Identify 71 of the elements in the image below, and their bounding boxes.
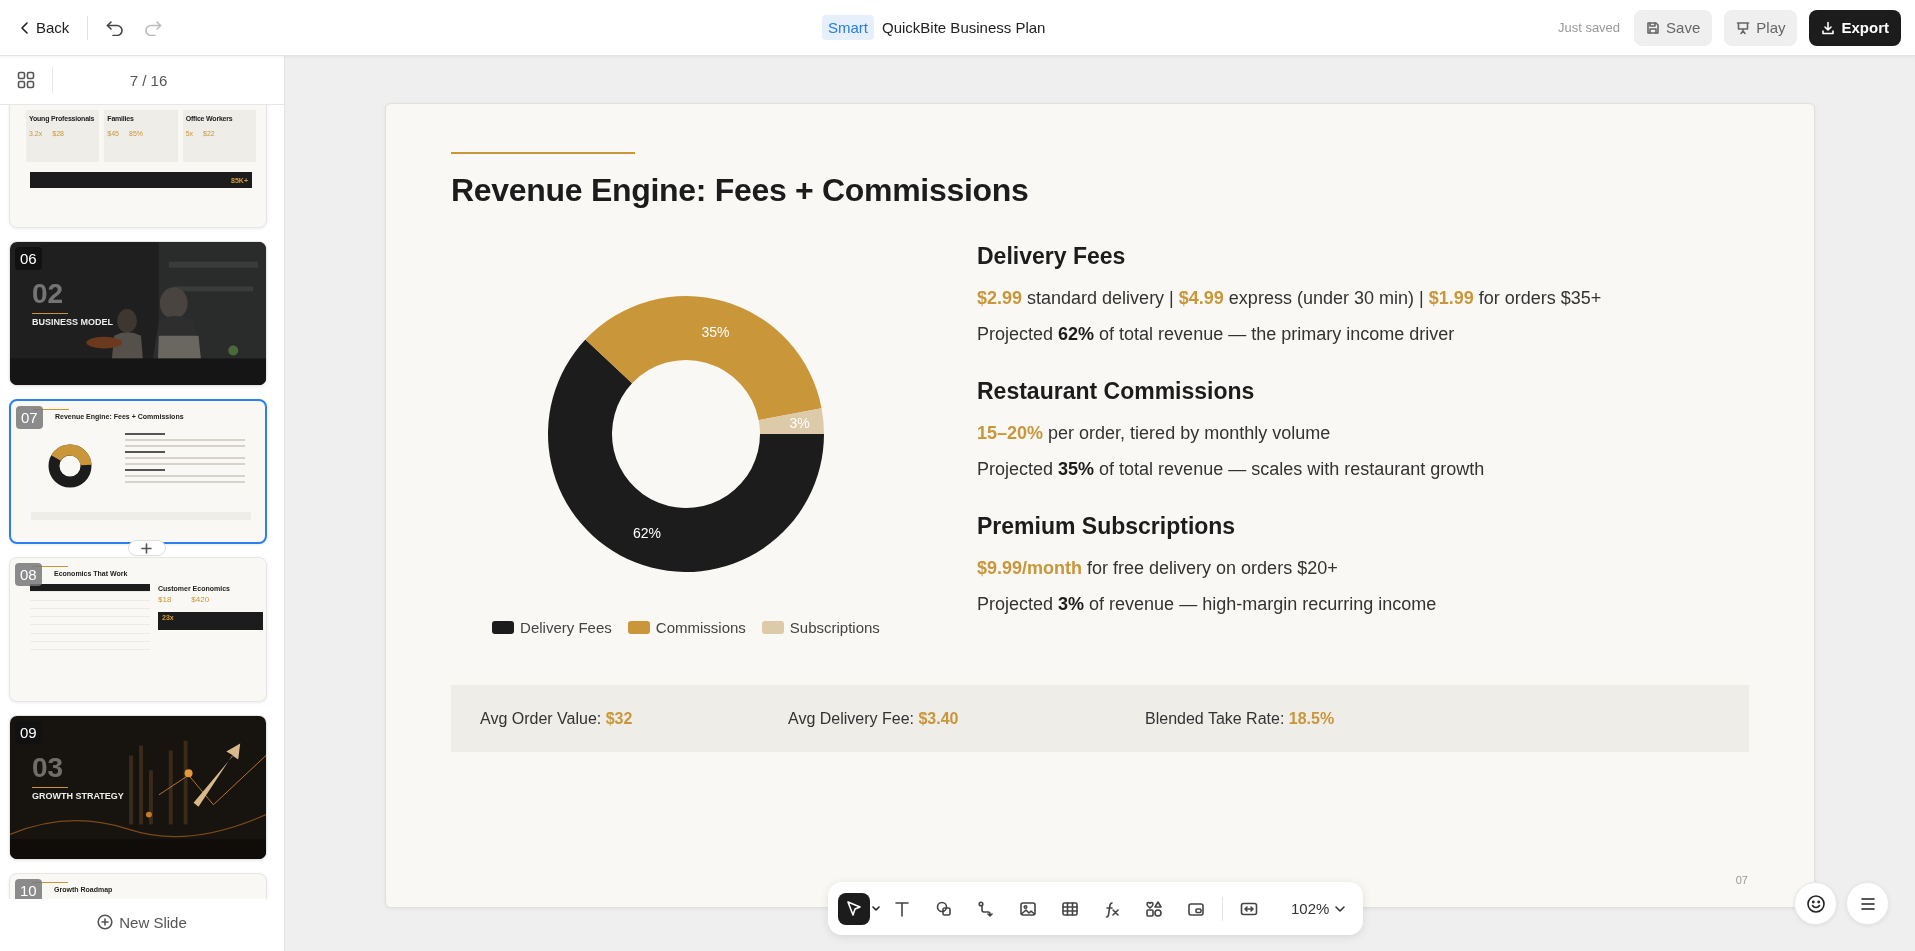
save-status: Just saved (1557, 20, 1621, 35)
stat-text: Avg Order Value: $32 (480, 709, 634, 728)
slide-title: GROWTH STRATEGY (32, 791, 124, 801)
section-number: 03 (32, 752, 64, 784)
body-text: Projected 62% of total revenue — the primary income driver (977, 323, 1456, 346)
text-line (125, 451, 165, 453)
body-text: 15–20% per order, tiered by monthly volume (977, 422, 1332, 445)
save-button[interactable]: Save (1634, 9, 1713, 46)
section-heading: Restaurant Commissions (977, 378, 1256, 405)
text-line (125, 433, 165, 435)
legend-label: Commissions (655, 619, 746, 636)
data-label: 35% (701, 324, 730, 341)
section-heading: Delivery Fees (977, 243, 1127, 270)
presentation-icon (1736, 20, 1751, 35)
save-icon (1646, 20, 1661, 35)
body-text: Projected 3% of revenue — high-margin recurring income (977, 593, 1438, 616)
slide-thumbnail[interactable]: 09 03 GROWTH STRATEGY (9, 715, 267, 860)
slide-title: Revenue Engine: Fees + Commissions (451, 172, 1030, 209)
download-icon (1821, 20, 1836, 35)
document-title: QuickBite Business Plan (882, 19, 1046, 36)
section-number: 02 (32, 278, 64, 310)
chevron-down-icon (1335, 905, 1346, 912)
data-label: 3% (789, 415, 810, 432)
data-label: 62% (632, 524, 661, 541)
widgets-icon (1145, 899, 1163, 918)
menu-button[interactable] (1846, 882, 1889, 925)
select-tool-button[interactable] (838, 892, 870, 925)
legend-label: Subscriptions (789, 619, 880, 636)
body-text: $9.99/month for free delivery on orders $20+ (977, 557, 1339, 580)
slide-number-badge: 06 (15, 247, 42, 270)
image-icon (1019, 899, 1037, 918)
plus-icon (141, 542, 152, 554)
table-icon (1061, 899, 1079, 918)
add-slide-button[interactable] (127, 540, 166, 556)
text-line (125, 469, 165, 471)
export-button[interactable]: Export (1809, 9, 1901, 46)
connector-icon (977, 899, 995, 918)
stat-value: $420 (191, 595, 210, 604)
new-slide-button[interactable]: New Slide (89, 909, 195, 935)
slide-counter: 7 / 16 (128, 71, 169, 89)
redo-icon (144, 19, 163, 36)
shapes-icon (935, 899, 953, 918)
page-number: 07 (1735, 874, 1748, 886)
slide-thumbnail[interactable]: 06 02 BUSINESS MODEL (9, 241, 267, 386)
mode-badge: Smart (822, 15, 874, 40)
caret-down-icon (872, 905, 880, 912)
emoji-button[interactable] (1794, 882, 1837, 925)
slide-number-badge: 10 (15, 879, 42, 899)
stat-text: Avg Delivery Fee: $3.40 (788, 709, 960, 728)
zoom-dropdown[interactable]: 102% (1275, 896, 1354, 921)
chevron-left-icon (20, 20, 30, 35)
undo-icon (106, 19, 125, 36)
slide-number-badge: 07 (16, 406, 43, 429)
slide-title: BUSINESS MODEL (32, 317, 113, 327)
smiley-icon (1805, 893, 1826, 914)
body-text: Projected 35% of total revenue — scales with restaurant growth (977, 458, 1486, 481)
plus-circle-icon (97, 914, 114, 930)
text-icon (893, 899, 911, 918)
slide-number-badge: 08 (15, 563, 42, 586)
stat-value: $18 (158, 595, 172, 604)
section-heading: Premium Subscriptions (977, 513, 1237, 540)
body-text: $2.99 standard delivery | $4.99 express (under 30 min) | $1.99 for orders $35+ (977, 287, 1603, 310)
pointer-icon (845, 899, 863, 918)
formula-icon (1103, 899, 1121, 918)
slide-number-badge: 09 (15, 721, 42, 744)
play-button[interactable]: Play (1724, 9, 1798, 46)
stat-text: Blended Take Rate: 18.5% (1145, 709, 1336, 728)
back-button[interactable]: Back (16, 13, 74, 42)
grid-icon (17, 71, 35, 89)
legend-label: Delivery Fees (520, 619, 612, 636)
donut-chart-drawing (48, 444, 92, 488)
